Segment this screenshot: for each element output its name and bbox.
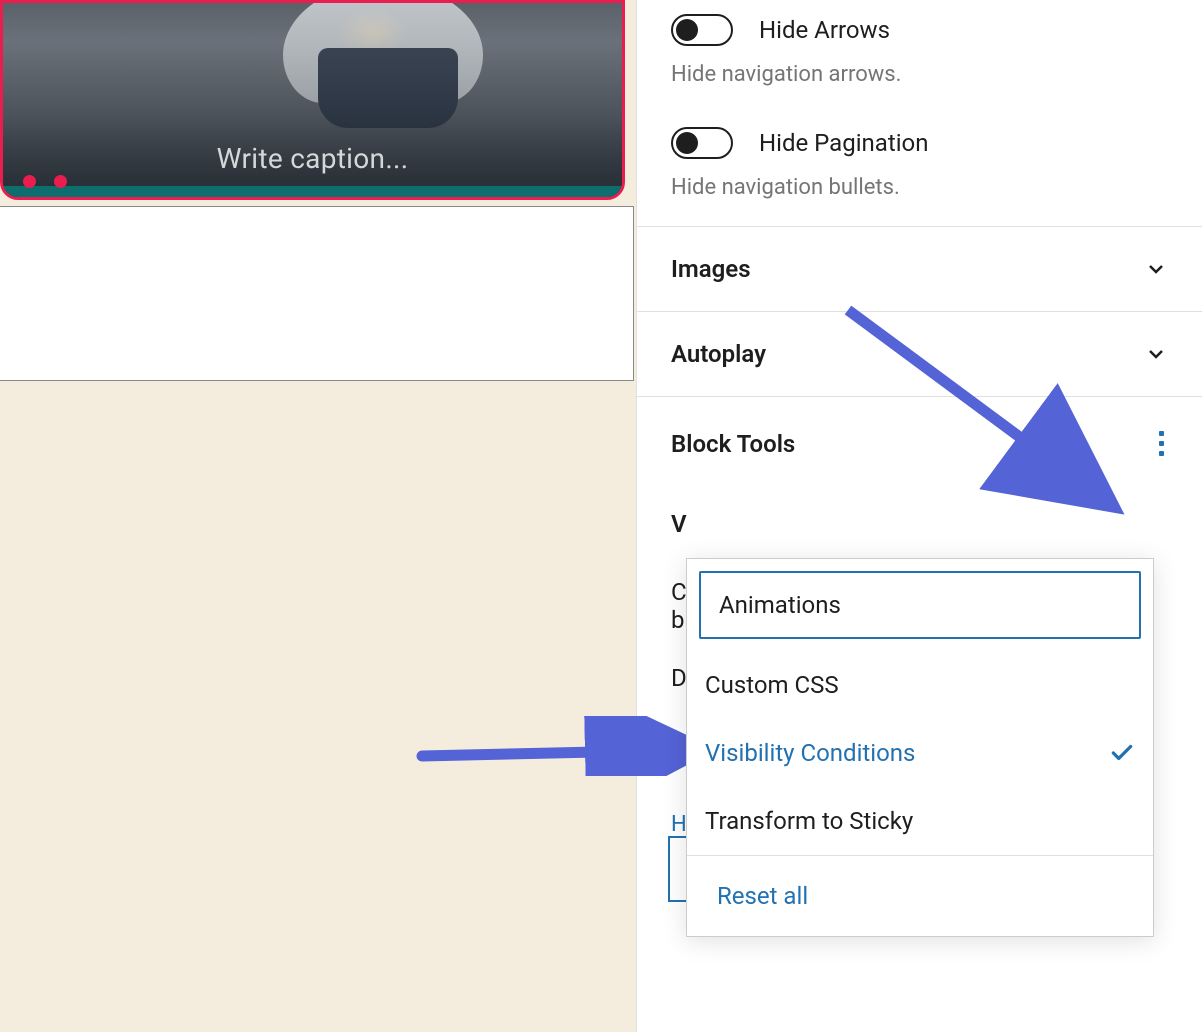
- check-icon: [1109, 740, 1135, 766]
- text-block[interactable]: [0, 206, 634, 381]
- block-tools-menu-button[interactable]: [1155, 427, 1168, 460]
- hide-arrows-row: Hide Arrows Hide navigation arrows.: [637, 0, 1202, 113]
- pagination-dot[interactable]: [23, 175, 36, 188]
- hide-arrows-toggle[interactable]: [671, 14, 733, 46]
- dropdown-animations-label: Animations: [719, 591, 841, 619]
- hide-pagination-label: Hide Pagination: [759, 129, 929, 157]
- block-tools-dropdown: Animations Custom CSS Visibility Conditi…: [686, 558, 1154, 937]
- autoplay-panel-title: Autoplay: [671, 340, 766, 368]
- toggle-knob: [676, 19, 698, 41]
- gallery-block[interactable]: Write caption...: [0, 0, 625, 200]
- hide-arrows-label: Hide Arrows: [759, 16, 890, 44]
- teal-strip: [3, 186, 625, 197]
- pagination-dot[interactable]: [54, 175, 67, 188]
- pagination-dots: [23, 175, 67, 188]
- dropdown-custom-css-label: Custom CSS: [705, 671, 839, 699]
- dropdown-reset-all[interactable]: Reset all: [687, 856, 1153, 936]
- images-panel-title: Images: [671, 255, 751, 283]
- block-tools-panel: Block Tools: [637, 396, 1202, 490]
- dropdown-transform-sticky[interactable]: Transform to Sticky: [687, 787, 1153, 855]
- dropdown-transform-label: Transform to Sticky: [705, 807, 913, 835]
- hide-pagination-row: Hide Pagination Hide navigation bullets.: [637, 113, 1202, 226]
- chevron-down-icon: [1144, 257, 1168, 281]
- images-panel[interactable]: Images: [637, 226, 1202, 311]
- dropdown-visibility-conditions[interactable]: Visibility Conditions: [687, 719, 1153, 787]
- figure-legs: [318, 48, 458, 128]
- hide-pagination-desc: Hide navigation bullets.: [671, 175, 1168, 200]
- dropdown-animations[interactable]: Animations: [699, 571, 1141, 639]
- hidden-button-outline: [668, 836, 686, 902]
- hide-arrows-desc: Hide navigation arrows.: [671, 62, 1168, 87]
- dropdown-custom-css[interactable]: Custom CSS: [687, 651, 1153, 719]
- editor-canvas: Write caption...: [0, 0, 636, 1032]
- hide-pagination-toggle[interactable]: [671, 127, 733, 159]
- hidden-v: V: [671, 510, 1168, 538]
- chevron-down-icon: [1144, 342, 1168, 366]
- autoplay-panel[interactable]: Autoplay: [637, 311, 1202, 396]
- toggle-knob: [676, 132, 698, 154]
- dropdown-visibility-label: Visibility Conditions: [705, 739, 915, 767]
- block-tools-title: Block Tools: [671, 430, 795, 458]
- caption-bar: Write caption...: [3, 117, 622, 197]
- dropdown-reset-label: Reset all: [717, 882, 808, 910]
- caption-input[interactable]: Write caption...: [3, 142, 622, 175]
